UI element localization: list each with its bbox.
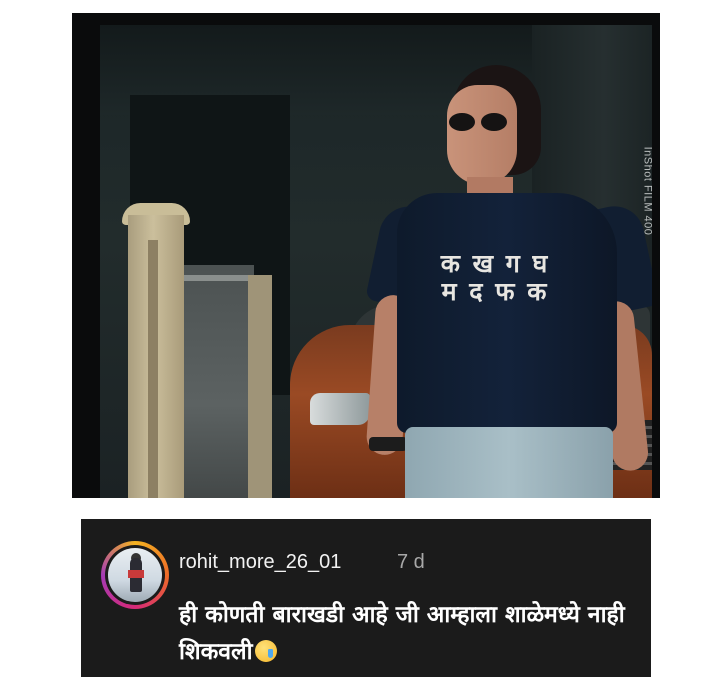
comment-body: ही कोणती बाराखडी आहे जी आम्हाला शाळेमध्य… <box>179 597 629 671</box>
photo-gate-post <box>248 275 272 498</box>
comment-text: ही कोणती बाराखडी आहे जी आम्हाला शाळेमध्य… <box>179 602 625 665</box>
tshirt-print-line1: क ख ग घ <box>440 249 550 278</box>
watch-icon <box>369 437 407 451</box>
tshirt-print: क ख ग घ म द फ क <box>420 250 570 306</box>
comment-timestamp: 7 d <box>397 551 425 573</box>
story-ring[interactable] <box>101 541 169 609</box>
avatar[interactable] <box>108 548 162 602</box>
watermark-label: InShot FILM 400 <box>641 146 652 236</box>
post-photo[interactable]: क ख ग घ म द फ क InShot FILM 400 <box>100 25 652 498</box>
crying-face-icon <box>254 640 277 662</box>
person-face <box>447 85 517 185</box>
photo-pillar-groove <box>148 240 158 498</box>
person-jeans <box>405 427 613 498</box>
comment-card: rohit_more_26_01 7 d ही कोणती बाराखडी आह… <box>81 519 651 677</box>
photo-gate <box>184 265 254 498</box>
photo-car-headlight <box>310 393 370 425</box>
comment-username[interactable]: rohit_more_26_01 <box>179 551 341 574</box>
photo-person: क ख ग घ म द फ क <box>365 65 652 498</box>
photo-gate-bar <box>184 275 254 281</box>
post-photo-frame: क ख ग घ म द फ क InShot FILM 400 <box>72 13 660 498</box>
tshirt-print-line2: म द फ क <box>441 277 549 306</box>
sunglasses-icon <box>445 113 509 131</box>
tshirt <box>397 193 617 433</box>
